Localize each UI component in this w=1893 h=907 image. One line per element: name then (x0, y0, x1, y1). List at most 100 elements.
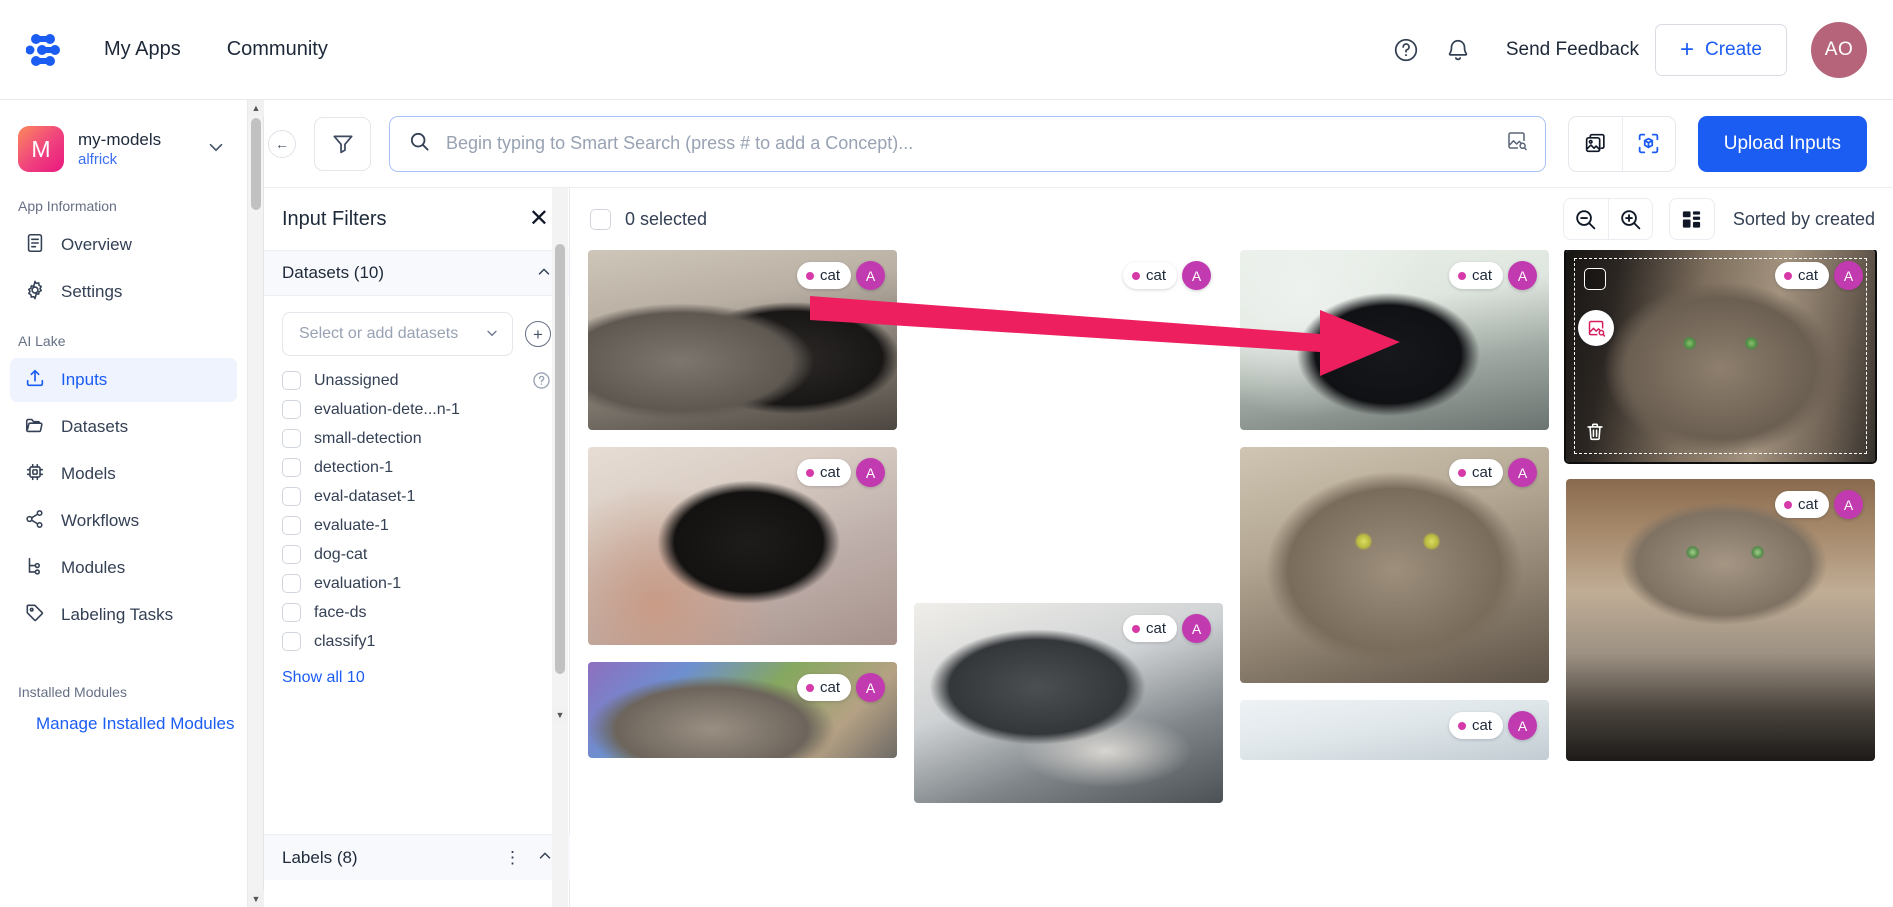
concept-tag[interactable]: cat (1448, 712, 1503, 739)
input-card-selected[interactable]: cat A (1564, 250, 1877, 464)
chevron-down-icon[interactable] (205, 136, 227, 163)
dataset-select[interactable]: Select or add datasets (282, 312, 513, 356)
help-circle-icon[interactable] (532, 371, 551, 390)
chevron-down-icon[interactable] (484, 325, 500, 344)
input-card[interactable]: cat A (1240, 447, 1549, 683)
concept-tag[interactable]: cat (1122, 262, 1177, 289)
search-input[interactable]: Begin typing to Smart Search (press # to… (389, 115, 1546, 172)
status-badge[interactable]: A (1182, 614, 1211, 643)
sidebar-scrollbar[interactable]: ▲ ▼ (248, 100, 264, 907)
dataset-checkbox[interactable] (282, 603, 301, 622)
input-card[interactable]: cat A (588, 662, 897, 758)
list-item[interactable]: small-detection (282, 424, 551, 453)
status-badge[interactable]: A (856, 261, 885, 290)
zoom-in-icon[interactable] (1607, 199, 1652, 239)
upload-inputs-button[interactable]: Upload Inputs (1697, 115, 1867, 172)
dataset-checkbox[interactable] (282, 487, 301, 506)
sidebar-item-settings[interactable]: Settings (10, 270, 237, 314)
status-badge[interactable]: A (1834, 261, 1863, 290)
arrow-left-icon[interactable]: ← (268, 129, 296, 158)
zoom-out-icon[interactable] (1563, 199, 1608, 239)
image-search-icon[interactable] (1505, 129, 1529, 158)
create-button[interactable]: + Create (1654, 23, 1787, 76)
funnel-icon[interactable] (314, 116, 371, 171)
select-all-checkbox[interactable] (590, 208, 611, 230)
sort-by-label[interactable]: Sorted by created (1733, 209, 1875, 230)
status-badge[interactable]: A (1182, 261, 1211, 290)
list-item[interactable]: evaluation-1 (282, 569, 551, 598)
cube-scan-icon[interactable] (1621, 116, 1675, 171)
plus-circle-icon[interactable]: + (525, 321, 551, 347)
kebab-menu-icon[interactable]: ⋮ (504, 848, 522, 868)
list-item[interactable]: eval-dataset-1 (282, 482, 551, 511)
nav-my-apps[interactable]: My Apps (104, 38, 181, 61)
concept-tag[interactable]: cat (1448, 262, 1503, 289)
sidebar-item-inputs[interactable]: Inputs (10, 358, 237, 402)
sidebar-item-labeling-tasks[interactable]: Labeling Tasks (10, 593, 237, 637)
status-badge[interactable]: A (1508, 711, 1537, 740)
dataset-checkbox[interactable] (282, 371, 301, 390)
sidebar-item-models[interactable]: Models (10, 452, 237, 496)
concept-tag[interactable]: cat (796, 262, 851, 289)
app-switcher[interactable]: M my-models alfrick (0, 116, 247, 182)
dataset-checkbox[interactable] (282, 632, 301, 651)
sidebar-item-overview[interactable]: Overview (10, 223, 237, 267)
concept-tag[interactable]: cat (796, 459, 851, 486)
avatar[interactable]: AO (1811, 21, 1867, 78)
list-item[interactable]: classify1 (282, 627, 551, 656)
notification-bell-icon[interactable] (1432, 24, 1484, 76)
close-icon[interactable]: ✕ (529, 207, 549, 231)
chevron-up-icon[interactable] (535, 263, 553, 284)
dataset-checkbox[interactable] (282, 574, 301, 593)
dataset-checkbox[interactable] (282, 429, 301, 448)
sidebar-item-modules[interactable]: Modules (10, 546, 237, 590)
send-feedback-link[interactable]: Send Feedback (1506, 39, 1639, 61)
filter-scrollbar-thumb[interactable] (555, 244, 565, 674)
concept-tag[interactable]: cat (796, 674, 851, 701)
labels-filter-header[interactable]: Labels (8) ⋮ (264, 834, 570, 880)
list-item[interactable]: evaluate-1 (282, 511, 551, 540)
image-search-icon[interactable] (1578, 310, 1614, 346)
status-badge[interactable]: A (1834, 490, 1863, 519)
sidebar-item-workflows[interactable]: Workflows (10, 499, 237, 543)
input-card[interactable]: cat A (1240, 250, 1549, 430)
concept-tag[interactable]: cat (1774, 262, 1829, 289)
input-card[interactable]: cat A (1240, 700, 1549, 760)
status-badge[interactable]: A (856, 673, 885, 702)
list-item[interactable]: detection-1 (282, 453, 551, 482)
selection-checkbox-icon[interactable] (1584, 268, 1606, 290)
scroll-down-arrow-icon[interactable]: ▼ (552, 707, 568, 723)
nav-community[interactable]: Community (227, 38, 328, 61)
filter-panel-scrollbar[interactable]: ▼ (552, 188, 568, 907)
show-all-datasets-link[interactable]: Show all 10 (282, 669, 551, 687)
clarifai-logo[interactable] (18, 27, 74, 73)
list-item[interactable]: Unassigned (282, 366, 551, 395)
sidebar-item-datasets[interactable]: Datasets (10, 405, 237, 449)
list-item[interactable]: evaluation-dete...n-1 (282, 395, 551, 424)
image-stack-icon[interactable] (1568, 116, 1622, 171)
scroll-up-arrow-icon[interactable]: ▲ (248, 100, 264, 116)
concept-tag[interactable]: cat (1448, 459, 1503, 486)
list-item[interactable]: face-ds (282, 598, 551, 627)
concept-tag[interactable]: cat (1122, 615, 1177, 642)
status-badge[interactable]: A (1508, 261, 1537, 290)
concept-tag[interactable]: cat (1774, 491, 1829, 518)
trash-icon[interactable] (1584, 421, 1606, 448)
input-card[interactable]: cat A (914, 603, 1223, 803)
scroll-down-arrow-icon[interactable]: ▼ (248, 891, 264, 907)
status-badge[interactable]: A (1508, 458, 1537, 487)
input-card[interactable]: cat A (914, 250, 1223, 586)
dataset-checkbox[interactable] (282, 400, 301, 419)
input-card[interactable]: cat A (588, 250, 897, 430)
input-card[interactable]: cat A (588, 447, 897, 645)
help-circle-icon[interactable] (1380, 24, 1432, 76)
status-badge[interactable]: A (856, 458, 885, 487)
app-user[interactable]: alfrick (78, 150, 161, 169)
dataset-checkbox[interactable] (282, 545, 301, 564)
grid-view-icon[interactable] (1668, 198, 1715, 240)
list-item[interactable]: dog-cat (282, 540, 551, 569)
input-card[interactable]: cat A (1566, 479, 1875, 761)
sidebar-scrollbar-thumb[interactable] (251, 118, 261, 210)
manage-installed-modules-link[interactable]: Manage Installed Modules (0, 706, 247, 734)
dataset-checkbox[interactable] (282, 458, 301, 477)
